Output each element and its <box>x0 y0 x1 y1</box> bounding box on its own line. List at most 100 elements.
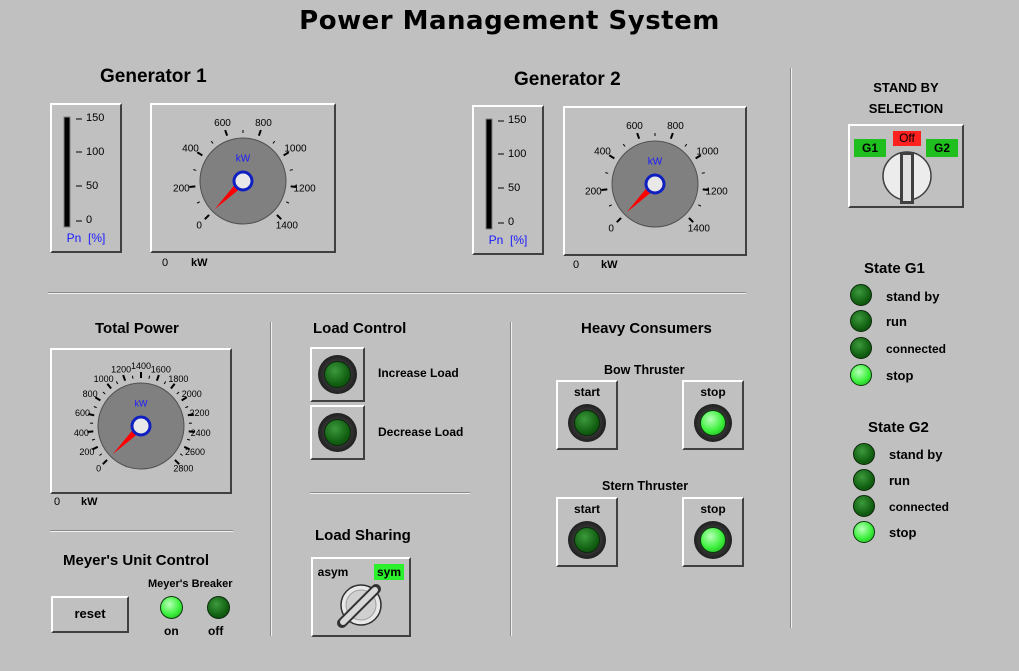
state-g2-run-led <box>853 469 875 491</box>
standby-selection-switch[interactable]: G1 Off G2 <box>848 124 964 208</box>
generator2-dial-tick-label: 0 <box>608 223 614 234</box>
generator2-dial-tick-label: 1200 <box>705 186 728 197</box>
divider-total-meyer <box>50 530 233 532</box>
reset-button[interactable]: reset <box>51 596 129 633</box>
total-power-dial-tick-label: 600 <box>75 408 90 418</box>
standby-heading-line1: STAND BY <box>873 80 939 95</box>
bow-thruster-stop-button[interactable]: stop <box>682 380 744 450</box>
total-power-dial-svg: 0200 400 600 800 10001200 1400 16001800 2000 220… <box>74 361 211 473</box>
generator1-bar-unit: Pn [%] <box>66 231 106 245</box>
generator1-dial-tick <box>210 140 214 144</box>
meyer-breaker-on-led <box>160 596 183 619</box>
generator1-dial-tick <box>224 129 229 137</box>
generator1-dial-tick-label: 1000 <box>284 144 307 155</box>
state-g2-stop-label: stop <box>889 525 917 540</box>
generator1-bar-tick: 50 <box>86 180 99 192</box>
generator1-bar-tick: 0 <box>86 214 93 226</box>
state-g2-heading: State G2 <box>868 419 929 436</box>
generator1-readout-value: 0 <box>162 257 169 269</box>
total-power-dial-tick <box>91 438 96 441</box>
load-sharing-heading: Load Sharing <box>315 527 411 544</box>
decrease-load-button[interactable] <box>310 405 365 460</box>
generator2-dial-tick <box>669 132 674 140</box>
standby-knob-svg <box>882 151 932 204</box>
meyer-breaker-off-label: off <box>208 624 224 638</box>
generator1-dial: 0 200 400 600 800 1000 1200 1400 kW <box>150 103 336 253</box>
state-g2-connected-label: connected <box>889 500 950 514</box>
stern-thruster-stop-button[interactable]: stop <box>682 497 744 567</box>
total-power-dial-unit: kW <box>135 399 149 409</box>
generator2-readout-unit: kW <box>601 259 618 271</box>
increase-load-button[interactable] <box>310 347 365 402</box>
heavy-consumers-heading: Heavy Consumers <box>581 320 712 337</box>
state-g1-connected-label: connected <box>886 342 947 356</box>
decrease-load-label: Decrease Load <box>378 425 464 439</box>
decrease-load-button-lamp <box>324 419 351 446</box>
total-power-dial-tick-label: 1400 <box>131 361 151 371</box>
generator1-dial-tick <box>272 140 276 144</box>
state-g2-stop-led <box>853 521 875 543</box>
bow-thruster-stop-label: stop <box>700 385 726 399</box>
generator1-bar-tick: 150 <box>86 112 105 124</box>
generator1-dial-hub <box>232 170 254 192</box>
generator2-dial-tick <box>616 217 622 223</box>
total-power-dial-tick-label: 200 <box>79 447 94 457</box>
bow-thruster-start-button[interactable]: start <box>556 380 618 450</box>
meyer-heading: Meyer's Unit Control <box>63 552 210 569</box>
total-power-dial: 0 200 400 600 800 1000 1200 1400 1600 1800 2000 220… <box>50 348 232 494</box>
generator2-bar-tick: 0 <box>508 216 515 228</box>
generator2-dial-tick <box>605 172 609 174</box>
generator1-heading: Generator 1 <box>100 66 207 87</box>
generator1-dial-tick <box>286 201 290 204</box>
total-power-dial-tick <box>179 453 183 456</box>
state-g1-run-label: run <box>886 314 907 329</box>
state-g1-connected-led <box>850 337 872 359</box>
state-g1-run-led <box>850 310 872 332</box>
generator2-dial-tick-label: 400 <box>594 147 611 158</box>
bow-thruster-stop-lamp <box>700 410 726 436</box>
total-power-dial-tick-label: 2200 <box>189 408 209 418</box>
total-power-dial-tick <box>155 374 160 382</box>
generator1-dial-tick <box>257 129 262 137</box>
generator2-dial-tick <box>622 143 626 147</box>
generator2-bar-svg <box>485 118 504 230</box>
total-power-dial-tick-label: 2600 <box>185 447 205 457</box>
generator1-dial-tick <box>189 185 196 189</box>
generator1-dial-svg: 0 200 400 600 800 1000 1200 1400 kW <box>173 118 316 231</box>
total-power-dial-hub <box>130 415 152 437</box>
generator2-bar-tick: 100 <box>508 148 527 160</box>
total-power-dial-tick <box>170 383 176 390</box>
stern-thruster-start-label: start <box>573 502 600 516</box>
generator1-dial-tick-label: 0 <box>196 220 202 231</box>
generator2-dial-unit: kW <box>648 157 663 168</box>
generator2-dial: 0 200 400 600 800 1000 1200 1400 kW <box>563 106 747 256</box>
generator2-bar-gauge: 150 100 50 0 Pn [%] <box>472 105 544 255</box>
divider-generators <box>48 292 746 294</box>
stern-thruster-start-button[interactable]: start <box>556 497 618 567</box>
total-power-dial-tick <box>115 381 119 385</box>
meyer-breaker-off-led <box>207 596 230 619</box>
bow-thruster-label: Bow Thruster <box>604 363 685 377</box>
generator1-dial-tick-label: 600 <box>214 118 231 129</box>
generator1-dial-tick <box>193 169 197 171</box>
generator1-dial-unit: kW <box>236 154 251 165</box>
total-power-dial-tick <box>106 383 112 390</box>
state-g2-standby-label: stand by <box>889 447 943 462</box>
total-power-dial-tick <box>99 453 103 456</box>
generator2-dial-svg: 0 200 400 600 800 1000 1200 1400 kW <box>585 121 728 234</box>
generator1-dial-tick <box>196 201 200 204</box>
total-power-dial-tick <box>148 375 151 379</box>
page-title: Power Management System <box>299 6 720 36</box>
increase-load-label: Increase Load <box>378 366 459 380</box>
total-power-dial-tick <box>176 391 180 395</box>
generator1-dial-tick-label: 800 <box>255 118 272 129</box>
load-control-heading: Load Control <box>313 320 407 337</box>
state-g1-standby-label: stand by <box>886 289 940 304</box>
generator2-heading: Generator 2 <box>514 69 621 90</box>
total-power-heading: Total Power <box>95 320 179 337</box>
load-sharing-switch[interactable]: asym sym <box>311 557 411 637</box>
state-g2-connected-led <box>853 495 875 517</box>
generator2-bar-unit: Pn [%] <box>488 233 528 247</box>
stern-thruster-stop-lamp <box>700 527 726 553</box>
state-g1-heading: State G1 <box>864 260 925 277</box>
